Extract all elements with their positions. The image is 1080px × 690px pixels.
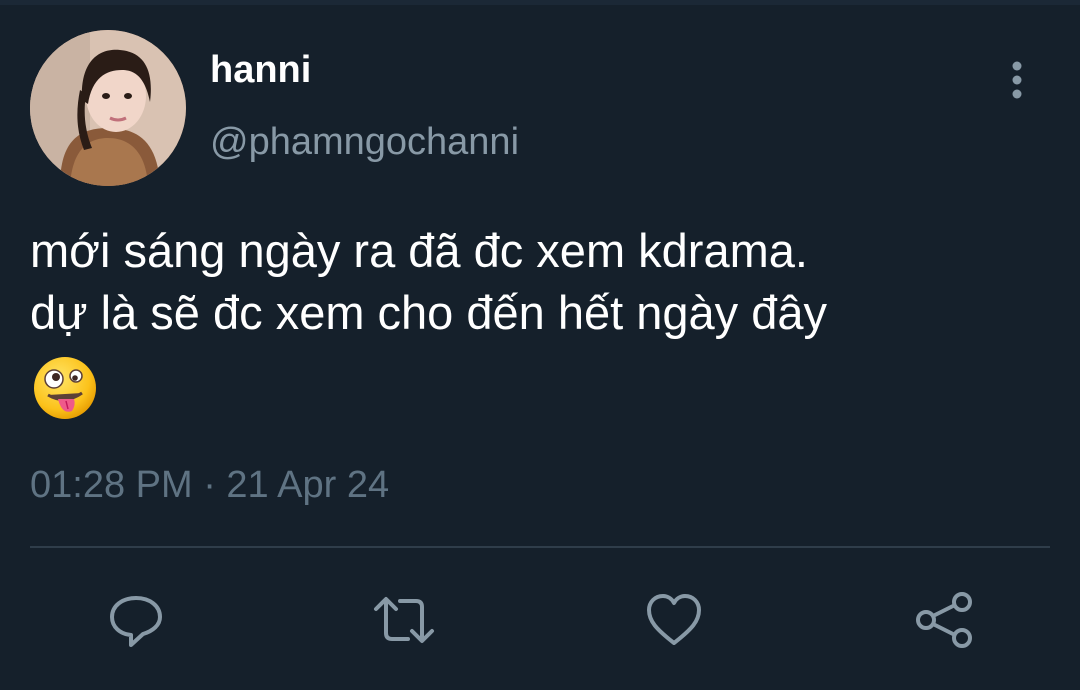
retweet-arrows-icon bbox=[374, 597, 434, 643]
zany-face-icon bbox=[34, 357, 96, 419]
top-border bbox=[0, 0, 1080, 5]
divider bbox=[30, 546, 1050, 548]
tweet-text-line: dự là sẽ đc xem cho đến hết ngày đây bbox=[30, 286, 828, 339]
user-handle[interactable]: @phamngochanni bbox=[210, 120, 519, 164]
avatar-photo bbox=[30, 30, 186, 186]
vertical-ellipsis-icon bbox=[1012, 61, 1022, 99]
share-button[interactable] bbox=[912, 588, 976, 652]
more-options-button[interactable] bbox=[1000, 60, 1034, 100]
avatar[interactable] bbox=[30, 30, 186, 186]
retweet-button[interactable] bbox=[372, 588, 436, 652]
tweet-text: mới sáng ngày ra đã đc xem kdrama. dự là… bbox=[30, 220, 1050, 344]
heart-icon bbox=[647, 594, 701, 645]
reply-button[interactable] bbox=[104, 588, 168, 652]
share-nodes-icon bbox=[916, 592, 972, 648]
tweet-text-line: mới sáng ngày ra đã đc xem kdrama. bbox=[30, 224, 808, 277]
display-name[interactable]: hanni bbox=[210, 48, 311, 92]
like-button[interactable] bbox=[642, 588, 706, 652]
speech-bubble-icon bbox=[110, 596, 162, 647]
zany-face-emoji: 🤪 bbox=[32, 355, 98, 421]
tweet-timestamp[interactable]: 01:28 PM · 21 Apr 24 bbox=[30, 462, 389, 508]
